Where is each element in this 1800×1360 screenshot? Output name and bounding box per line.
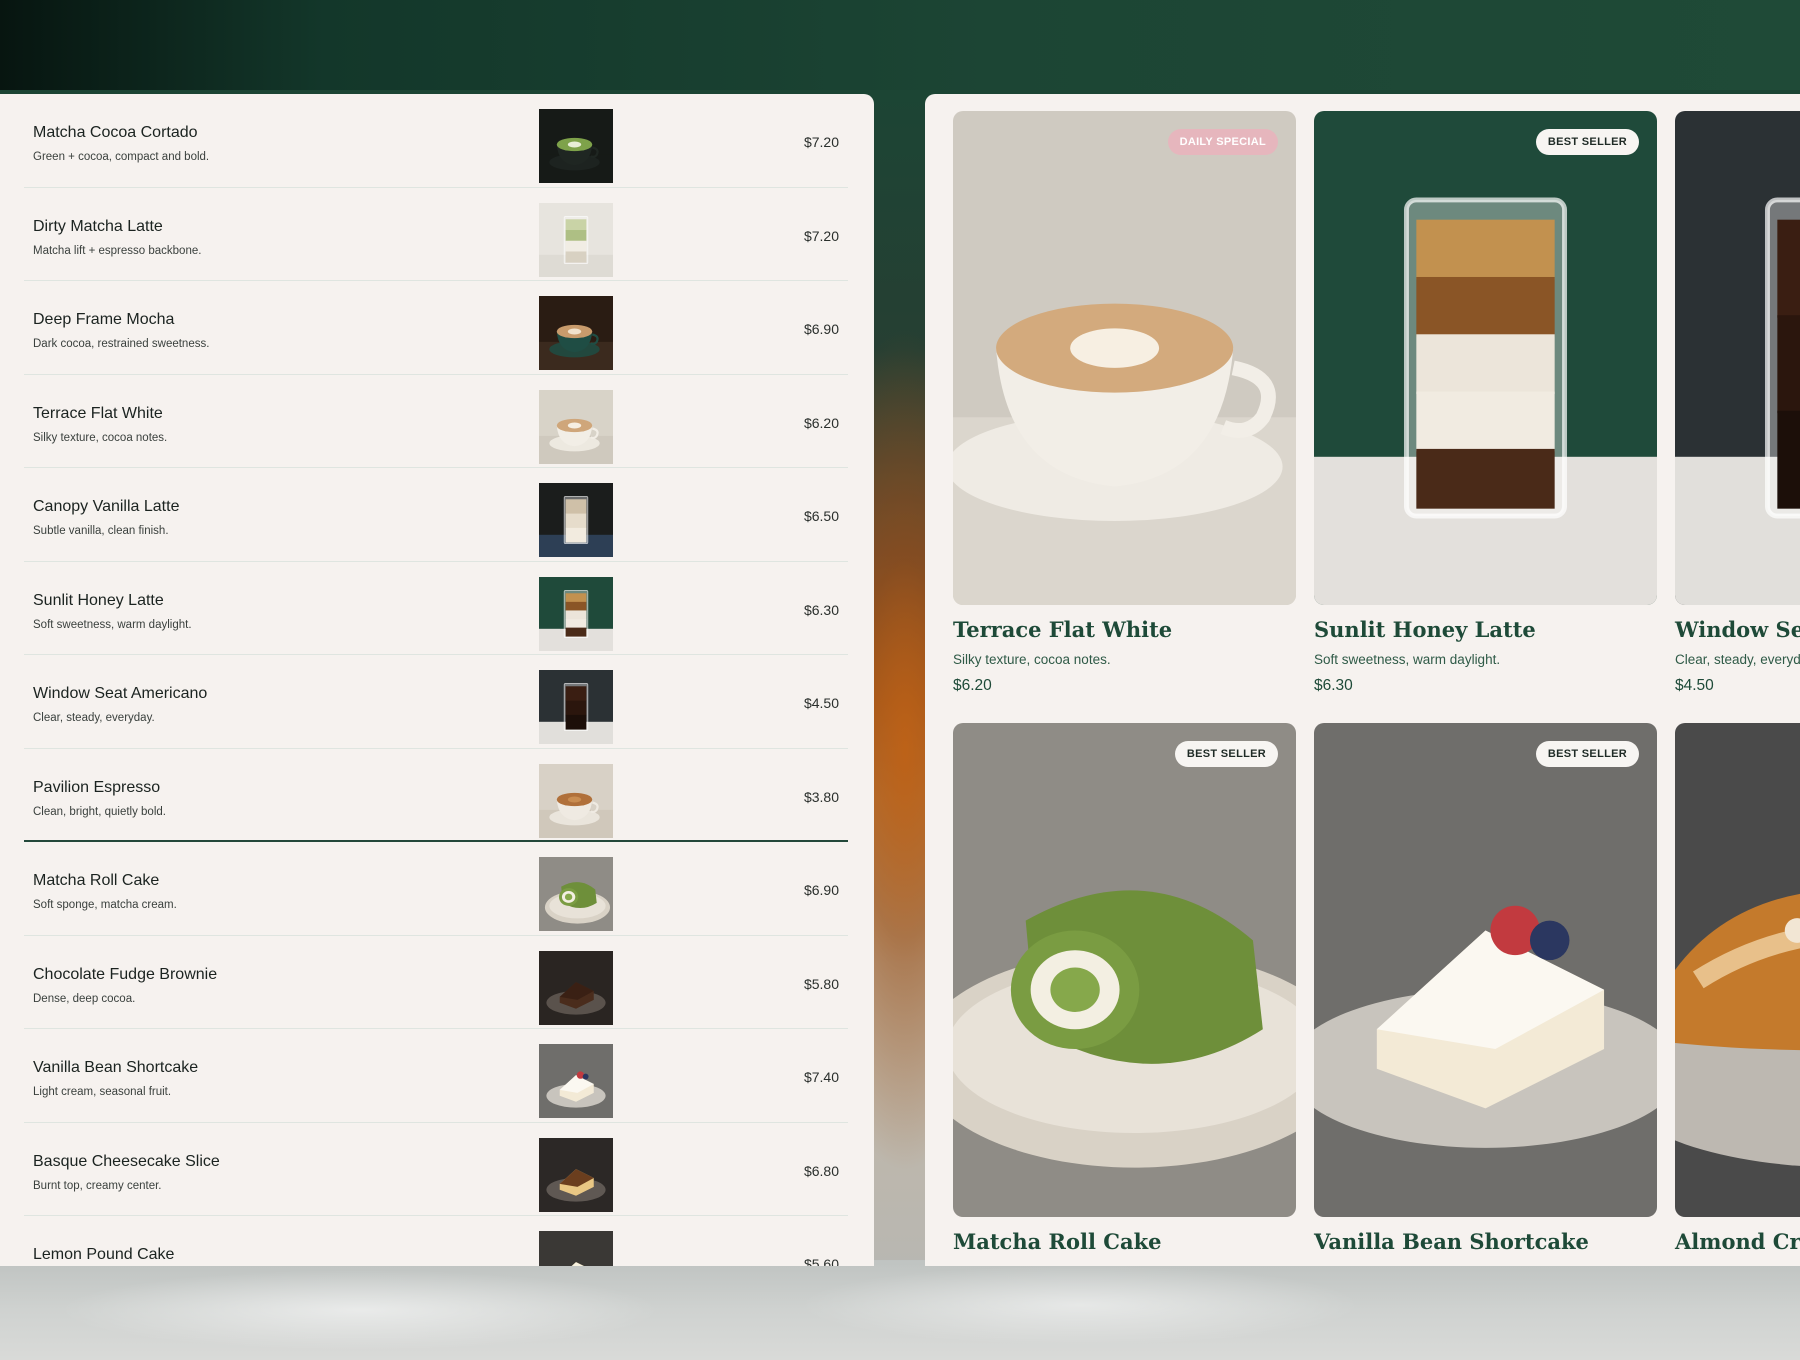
menu-item-name: Window Seat Americano: [33, 685, 208, 702]
menu-item-price: $6.30: [803, 601, 839, 618]
menu-item-name: Matcha Cocoa Cortado: [33, 124, 198, 141]
menu-item-price: $7.40: [803, 1069, 839, 1085]
menu-item-name: Canopy Vanilla Latte: [33, 498, 180, 515]
cheesecake-photo: [539, 1137, 613, 1212]
card-title: Vanilla Bean Shortcake: [1314, 1229, 1589, 1254]
card-description: Crisp layers, toasted almond.: [1675, 1264, 1800, 1266]
menu-row[interactable]: Pavilion Espresso Clean, bright, quietly…: [24, 749, 848, 842]
menu-item-price: $7.20: [803, 134, 839, 150]
menu-row[interactable]: Matcha Roll Cake Soft sponge, matcha cre…: [24, 842, 848, 936]
featured-panel: DAILY SPECIAL Terrace Flat White Silky t…: [925, 94, 1800, 1266]
menu-item-name: Basque Cheesecake Slice: [33, 1152, 220, 1170]
card-price: $6.20: [953, 677, 992, 694]
featured-card[interactable]: DAILY SPECIAL Terrace Flat White Silky t…: [953, 111, 1296, 695]
menu-item-name: Terrace Flat White: [33, 404, 163, 422]
menu-item-price: $6.80: [803, 1162, 839, 1179]
menu-item-price: $5.80: [803, 975, 839, 992]
menu-item-price: $3.80: [803, 788, 839, 805]
menu-item-name: Deep Frame Mocha: [33, 311, 175, 328]
menu-item-description: Silky texture, cocoa notes.: [33, 431, 168, 444]
menu-item-name: Vanilla Bean Shortcake: [33, 1059, 199, 1076]
lemon-cake-photo: [539, 1231, 613, 1266]
featured-card[interactable]: BEST SELLER Sunlit Honey Latte Soft swee…: [1314, 111, 1657, 695]
brownie-photo: [539, 950, 613, 1025]
menu-item-price: $6.90: [803, 321, 839, 337]
menu-item-name: Chocolate Fudge Brownie: [33, 965, 218, 983]
card-title: Matcha Roll Cake: [953, 1229, 1162, 1254]
menu-row[interactable]: Window Seat Americano Clear, steady, eve…: [24, 655, 848, 749]
menu-item-price: $5.60: [803, 1256, 839, 1266]
menu-item-description: Light cream, seasonal fruit.: [33, 1086, 172, 1098]
menu-item-description: Subtle vanilla, clean finish.: [33, 525, 169, 537]
menu-item-description: Burnt top, creamy center.: [33, 1179, 162, 1192]
best-seller-badge: BEST SELLER: [1174, 741, 1278, 767]
card-price: $6.30: [1314, 677, 1353, 694]
menu-row[interactable]: Basque Cheesecake Slice Burnt top, cream…: [24, 1123, 848, 1216]
matcha-roll-cake-photo: [539, 857, 613, 931]
menu-item-price: $6.90: [803, 882, 839, 898]
menu-item-description: Green + cocoa, compact and bold.: [33, 151, 210, 163]
card-title: Almond Croissant: [1675, 1229, 1800, 1254]
card-description: Clear, steady, everyday.: [1675, 652, 1800, 667]
mocha-cup-photo: [539, 296, 613, 370]
iced-americano-photo: [1675, 111, 1800, 605]
menu-list: Matcha Cocoa Cortado Green + cocoa, comp…: [24, 94, 848, 1266]
menu-row[interactable]: Vanilla Bean Shortcake Light cream, seas…: [24, 1029, 848, 1123]
menu-item-description: Clear, steady, everyday.: [33, 712, 155, 724]
menu-item-description: Dark cocoa, restrained sweetness.: [33, 338, 210, 350]
menu-item-description: Soft sweetness, warm daylight.: [33, 618, 192, 631]
espresso-cup-photo: [539, 763, 613, 838]
menu-item-description: Matcha lift + espresso backbone.: [33, 244, 202, 257]
shortcake-photo: BEST SELLER: [1314, 723, 1657, 1217]
menu-row[interactable]: Deep Frame Mocha Dark cocoa, restrained …: [24, 281, 848, 375]
card-description: Silky texture, cocoa notes.: [953, 652, 1111, 667]
matcha-roll-cake-photo: BEST SELLER: [953, 723, 1296, 1217]
menu-item-price: $6.20: [803, 414, 839, 431]
menu-item-price: $7.20: [803, 227, 839, 244]
menu-item-price: $4.50: [803, 695, 839, 711]
menu-item-name: Pavilion Espresso: [33, 778, 161, 796]
flat-white-cup-photo: [539, 389, 613, 464]
menu-row[interactable]: Terrace Flat White Silky texture, cocoa …: [24, 375, 848, 468]
card-description: Soft sweetness, warm daylight.: [1314, 652, 1501, 667]
shortcake-photo: [539, 1044, 613, 1118]
menu-item-description: Soft sponge, matcha cream.: [33, 899, 177, 911]
background-bottom: [0, 1260, 1800, 1360]
menu-item-name: Dirty Matcha Latte: [33, 217, 163, 235]
card-title: Window Seat Americano: [1675, 617, 1800, 642]
menu-item-name: Sunlit Honey Latte: [33, 591, 164, 609]
matcha-latte-art-photo: [539, 109, 613, 183]
menu-item-name: Matcha Roll Cake: [33, 872, 160, 889]
featured-card[interactable]: BEST SELLER Matcha Roll Cake Soft sponge…: [953, 723, 1296, 1266]
card-description: Light cream, seasonal fruit.: [1314, 1264, 1657, 1266]
menu-item-name: Lemon Pound Cake: [33, 1246, 175, 1263]
daily-special-badge: DAILY SPECIAL: [1167, 129, 1278, 155]
almond-croissant-photo: [1675, 723, 1800, 1217]
card-price: $4.50: [1675, 677, 1714, 694]
iced-americano-photo: [539, 670, 613, 744]
layered-matcha-glass-photo: [539, 202, 613, 277]
card-title: Sunlit Honey Latte: [1314, 617, 1536, 642]
menu-row[interactable]: Matcha Cocoa Cortado Green + cocoa, comp…: [24, 94, 848, 188]
iced-honey-latte-photo: BEST SELLER: [1314, 111, 1657, 605]
iced-honey-latte-photo: [539, 576, 613, 651]
card-description: Soft sponge, matcha cream.: [953, 1264, 1296, 1266]
best-seller-badge: BEST SELLER: [1535, 129, 1639, 155]
menu-row[interactable]: Chocolate Fudge Brownie Dense, deep coco…: [24, 936, 848, 1029]
featured-card[interactable]: BEST SELLER Vanilla Bean Shortcake Light…: [1314, 723, 1657, 1266]
menu-item-price: $6.50: [803, 508, 839, 524]
menu-row[interactable]: Lemon Pound Cake $5.60: [24, 1216, 848, 1266]
best-seller-badge: BEST SELLER: [1535, 741, 1639, 767]
menu-item-description: Dense, deep cocoa.: [33, 992, 136, 1005]
card-title: Terrace Flat White: [953, 617, 1173, 642]
featured-card[interactable]: Almond Croissant Crisp layers, toasted a…: [1675, 723, 1800, 1266]
menu-row[interactable]: Dirty Matcha Latte Matcha lift + espress…: [24, 188, 848, 281]
menu-list-panel: Matcha Cocoa Cortado Green + cocoa, comp…: [0, 94, 874, 1266]
menu-row[interactable]: Canopy Vanilla Latte Subtle vanilla, cle…: [24, 468, 848, 562]
vanilla-latte-glass-photo: [539, 483, 613, 557]
featured-card[interactable]: Window Seat Americano Clear, steady, eve…: [1675, 111, 1800, 695]
menu-row[interactable]: Sunlit Honey Latte Soft sweetness, warm …: [24, 562, 848, 655]
flat-white-latte-art-photo: DAILY SPECIAL: [953, 111, 1296, 605]
menu-item-description: Clean, bright, quietly bold.: [33, 805, 166, 818]
